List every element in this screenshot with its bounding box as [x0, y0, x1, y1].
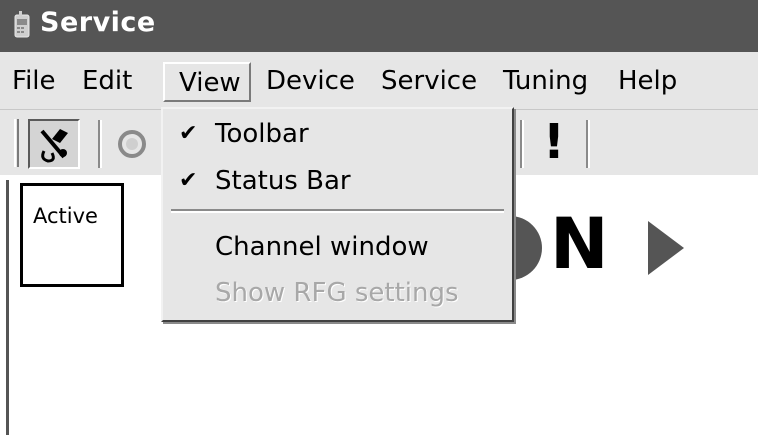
exclamation-icon[interactable]: !	[534, 114, 574, 170]
menu-view[interactable]: View	[163, 62, 251, 102]
menu-file[interactable]: File	[12, 62, 56, 102]
status-panel: Active	[20, 183, 124, 287]
logo-letter: N	[550, 203, 609, 285]
window-title: Service	[40, 7, 156, 38]
check-icon: ✔	[179, 121, 198, 146]
check-icon: ✔	[179, 168, 198, 193]
menu-device[interactable]: Device	[266, 62, 355, 102]
menu-item-label: Status Bar	[215, 166, 351, 196]
toolbar-separator	[520, 120, 524, 168]
menu-edit[interactable]: Edit	[82, 62, 132, 102]
menu-item-channel-window[interactable]: Channel window	[163, 227, 512, 267]
toolbar-separator	[98, 120, 102, 168]
menu-item-toolbar[interactable]: ✔ Toolbar	[163, 114, 512, 154]
title-bar: Service	[0, 0, 758, 52]
menu-service[interactable]: Service	[381, 62, 477, 102]
logo-arrow-icon	[648, 221, 684, 275]
toolbar-separator	[586, 120, 590, 168]
content-edge	[6, 180, 9, 435]
toolbar-grip[interactable]	[14, 119, 19, 167]
menu-item-label: Toolbar	[215, 119, 309, 149]
tool-button[interactable]	[28, 119, 80, 169]
active-label: Active	[33, 204, 98, 228]
menu-tuning[interactable]: Tuning	[503, 62, 588, 102]
menu-item-label: Show RFG settings	[215, 278, 459, 308]
menu-separator	[171, 209, 504, 213]
menu-help[interactable]: Help	[618, 62, 677, 102]
menu-item-show-rfg-settings: Show RFG settings	[163, 273, 512, 313]
circle-icon[interactable]	[112, 122, 152, 166]
menu-item-label: Channel window	[215, 232, 429, 262]
menu-item-status-bar[interactable]: ✔ Status Bar	[163, 161, 512, 201]
view-menu-dropdown: ✔ Toolbar ✔ Status Bar Channel window Sh…	[161, 107, 514, 322]
menu-bar: File Edit View Device Service Tuning Hel…	[0, 52, 758, 109]
tool-icon	[40, 129, 68, 163]
app-icon	[14, 11, 30, 38]
